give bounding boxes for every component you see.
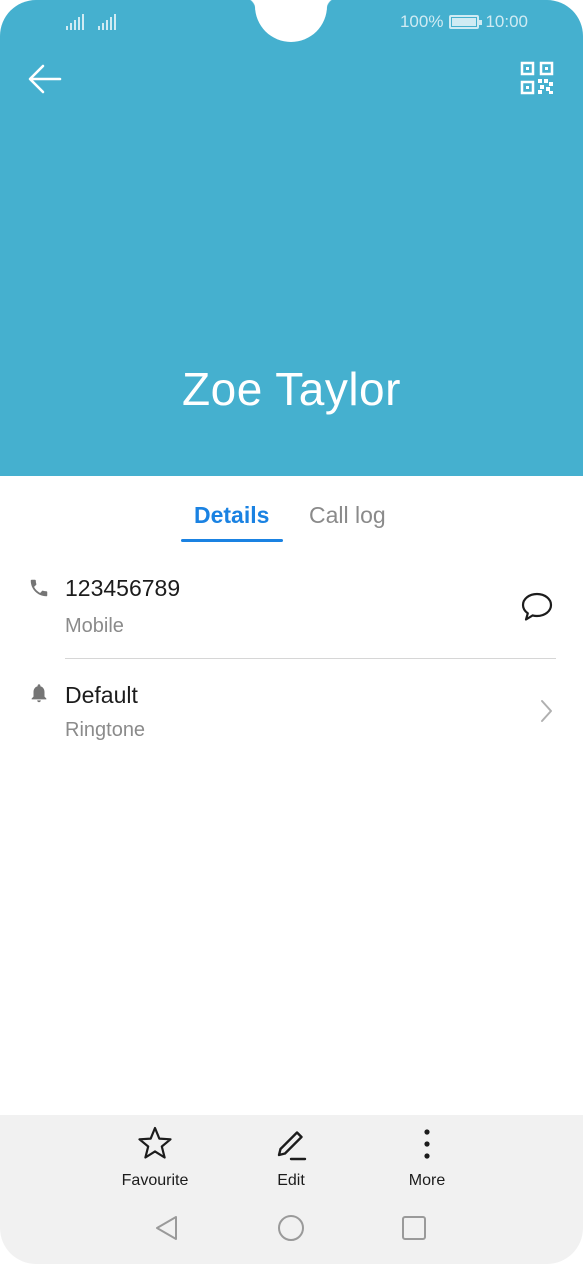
- tab-details[interactable]: Details: [194, 502, 269, 529]
- ringtone-row[interactable]: Default Ringtone: [0, 668, 583, 752]
- back-button[interactable]: [26, 60, 64, 98]
- status-bar-right: 100% 10:00: [400, 10, 528, 34]
- message-icon[interactable]: [520, 591, 554, 623]
- camera-notch: [255, 0, 327, 42]
- phone-icon: [30, 579, 48, 597]
- back-triangle-icon[interactable]: [152, 1213, 182, 1243]
- chevron-right-icon: [541, 700, 552, 722]
- row-divider: [65, 658, 556, 659]
- notch-corner-left: [243, 0, 257, 10]
- status-bar-left: [64, 10, 116, 34]
- phone-number-row[interactable]: 123456789 Mobile: [0, 560, 583, 658]
- edit-button[interactable]: Edit: [236, 1125, 346, 1190]
- tab-bar: Details Call log: [0, 476, 583, 546]
- ringtone-value: Default: [65, 682, 138, 708]
- back-arrow-icon: [28, 64, 62, 94]
- qr-code-button[interactable]: [520, 61, 554, 95]
- battery-icon: [449, 15, 483, 29]
- ringtone-label: Ringtone: [65, 719, 146, 741]
- contact-screen: 100% 10:00 Zoe Taylor Details Call log 1…: [0, 0, 583, 1264]
- favourite-label: Favourite: [121, 1172, 189, 1189]
- star-icon: [138, 1126, 172, 1159]
- tab-call-log[interactable]: Call log: [309, 502, 386, 529]
- tab-indicator: [181, 539, 283, 542]
- notch-corner-right: [325, 0, 339, 10]
- signal-icon: [96, 14, 116, 30]
- contact-name: Zoe Taylor: [182, 363, 401, 415]
- battery-percentage: 100%: [399, 12, 444, 31]
- qr-code-icon: [520, 61, 554, 95]
- more-label: More: [408, 1172, 446, 1189]
- pencil-icon: [277, 1131, 307, 1161]
- phone-number: 123456789: [65, 575, 181, 601]
- recents-square-icon[interactable]: [399, 1213, 429, 1243]
- edit-label: Edit: [277, 1172, 305, 1189]
- more-button[interactable]: More: [372, 1125, 482, 1190]
- clock: 10:00: [485, 12, 528, 31]
- signal-icon: [64, 14, 84, 30]
- more-vertical-icon: [424, 1129, 430, 1159]
- bell-icon: [31, 684, 47, 703]
- favourite-button[interactable]: Favourite: [100, 1125, 210, 1190]
- phone-type: Mobile: [65, 615, 124, 637]
- contact-header: 100% 10:00 Zoe Taylor: [0, 0, 583, 476]
- home-circle-icon[interactable]: [276, 1213, 306, 1243]
